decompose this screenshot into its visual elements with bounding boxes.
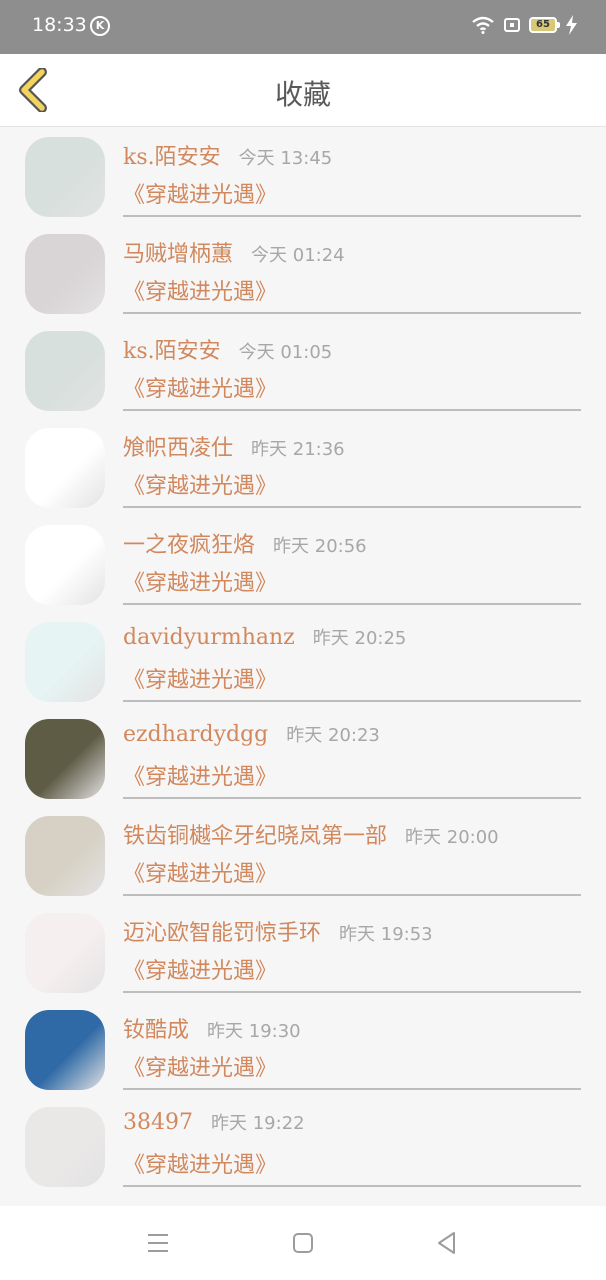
divider (123, 894, 581, 896)
username[interactable]: ks.陌安安 (123, 139, 221, 171)
favorite-title-link[interactable]: 《穿越进光遇》 (123, 468, 277, 500)
divider (123, 506, 581, 508)
avatar[interactable] (25, 525, 105, 605)
user-info-line: 一之夜疯狂烙 昨天 20:56 (123, 527, 583, 559)
list-item[interactable]: 迈沁欧智能罚惊手环 昨天 19:53 《穿越进光遇》 (0, 903, 606, 1000)
status-icons: 65 (471, 14, 578, 36)
user-info-line: 铁齿铜樾伞牙纪晓岚第一部 昨天 20:00 (123, 818, 583, 850)
divider (123, 409, 581, 411)
user-info-line: ks.陌安安 今天 13:45 (123, 139, 583, 171)
favorite-title-link[interactable]: 《穿越进光遇》 (123, 177, 277, 209)
username[interactable]: davidyurmhanz (123, 625, 295, 650)
avatar[interactable] (25, 622, 105, 702)
timestamp: 昨天 20:00 (405, 827, 499, 848)
timestamp: 昨天 20:56 (273, 536, 367, 557)
divider (123, 1185, 581, 1187)
favorite-title-link[interactable]: 《穿越进光遇》 (123, 1147, 277, 1179)
username[interactable]: ks.陌安安 (123, 333, 221, 365)
list-item[interactable]: 一之夜疯狂烙 昨天 20:56 《穿越进光遇》 (0, 515, 606, 612)
timestamp: 今天 13:45 (238, 148, 333, 169)
user-info-line: ezdhardydgg 昨天 20:23 (123, 721, 583, 753)
timestamp: 昨天 19:53 (339, 924, 433, 945)
avatar[interactable] (25, 913, 105, 993)
divider (123, 215, 581, 217)
timestamp: 昨天 19:30 (207, 1021, 301, 1042)
username[interactable]: 飧帜西凌仕 (123, 430, 233, 462)
avatar[interactable] (25, 1010, 105, 1090)
home-button[interactable] (283, 1228, 323, 1258)
divider (123, 603, 581, 605)
divider (123, 312, 581, 314)
menu-button[interactable] (138, 1228, 178, 1258)
avatar[interactable] (25, 719, 105, 799)
favorites-list[interactable]: ks.陌安安 今天 13:45 《穿越进光遇》 马贼增柄蕙 今天 01:24 《穿越进光遇… (0, 127, 606, 1206)
favorite-title-link[interactable]: 《穿越进光遇》 (123, 856, 277, 888)
battery-icon: 65 (529, 17, 560, 33)
divider (123, 797, 581, 799)
timestamp: 昨天 21:36 (251, 439, 345, 460)
list-item[interactable]: 马贼增柄蕙 今天 01:24 《穿越进光遇》 (0, 224, 606, 321)
favorite-title-link[interactable]: 《穿越进光遇》 (123, 1050, 277, 1082)
list-item[interactable]: 38497 昨天 19:22 《穿越进光遇》 (0, 1097, 606, 1194)
favorite-title-link[interactable]: 《穿越进光遇》 (123, 565, 277, 597)
list-item[interactable]: 飧帜西凌仕 昨天 21:36 《穿越进光遇》 (0, 418, 606, 515)
username[interactable]: 钕酷成 (123, 1012, 189, 1044)
system-navigation-bar (0, 1206, 606, 1280)
timestamp: 今天 01:24 (251, 245, 345, 266)
charging-icon (566, 15, 577, 35)
favorite-title-link[interactable]: 《穿越进光遇》 (123, 759, 277, 791)
k-status-icon: K (90, 16, 110, 36)
menu-icon[interactable] (146, 1232, 170, 1254)
status-bar: 18:33 K 65 (0, 0, 606, 54)
status-time: 18:33 (32, 14, 87, 36)
username[interactable]: 一之夜疯狂烙 (123, 527, 255, 559)
timestamp: 昨天 20:23 (286, 725, 380, 746)
username[interactable]: 马贼增柄蕙 (123, 236, 233, 268)
list-item[interactable]: 钕酷成 昨天 19:30 《穿越进光遇》 (0, 1000, 606, 1097)
avatar[interactable] (25, 428, 105, 508)
avatar[interactable] (25, 1107, 105, 1187)
timestamp: 昨天 19:22 (211, 1113, 305, 1134)
timestamp: 今天 01:05 (238, 342, 333, 363)
favorite-title-link[interactable]: 《穿越进光遇》 (123, 953, 277, 985)
sim-icon (504, 18, 520, 32)
username[interactable]: 铁齿铜樾伞牙纪晓岚第一部 (123, 818, 387, 850)
avatar[interactable] (25, 331, 105, 411)
username[interactable]: ezdhardydgg (123, 722, 268, 747)
favorite-title-link[interactable]: 《穿越进光遇》 (123, 371, 277, 403)
avatar[interactable] (25, 137, 105, 217)
divider (123, 991, 581, 993)
list-item[interactable]: ks.陌安安 今天 01:05 《穿越进光遇》 (0, 321, 606, 418)
wifi-icon (472, 16, 494, 34)
avatar[interactable] (25, 816, 105, 896)
triangle-back-icon[interactable] (434, 1230, 460, 1256)
username[interactable]: 迈沁欧智能罚惊手环 (123, 915, 321, 947)
user-info-line: ks.陌安安 今天 01:05 (123, 333, 583, 365)
user-info-line: davidyurmhanz 昨天 20:25 (123, 624, 583, 656)
divider (123, 700, 581, 702)
divider (123, 1088, 581, 1090)
list-item[interactable]: 铁齿铜樾伞牙纪晓岚第一部 昨天 20:00 《穿越进光遇》 (0, 806, 606, 903)
timestamp: 昨天 20:25 (312, 628, 407, 649)
favorite-title-link[interactable]: 《穿越进光遇》 (123, 274, 277, 306)
avatar[interactable] (25, 234, 105, 314)
square-icon[interactable] (291, 1231, 315, 1255)
user-info-line: 钕酷成 昨天 19:30 (123, 1012, 583, 1044)
favorite-title-link[interactable]: 《穿越进光遇》 (123, 662, 277, 694)
app-header: 收藏 (0, 54, 606, 127)
username[interactable]: 38497 (123, 1110, 193, 1135)
user-info-line: 38497 昨天 19:22 (123, 1109, 583, 1141)
page-title: 收藏 (274, 78, 331, 111)
user-info-line: 马贼增柄蕙 今天 01:24 (123, 236, 583, 268)
user-info-line: 飧帜西凌仕 昨天 21:36 (123, 430, 583, 462)
system-back-button[interactable] (427, 1228, 467, 1258)
list-item[interactable]: ks.陌安安 今天 13:45 《穿越进光遇》 (0, 127, 606, 224)
user-info-line: 迈沁欧智能罚惊手环 昨天 19:53 (123, 915, 583, 947)
list-item[interactable]: ezdhardydgg 昨天 20:23 《穿越进光遇》 (0, 709, 606, 806)
list-item[interactable]: davidyurmhanz 昨天 20:25 《穿越进光遇》 (0, 612, 606, 709)
